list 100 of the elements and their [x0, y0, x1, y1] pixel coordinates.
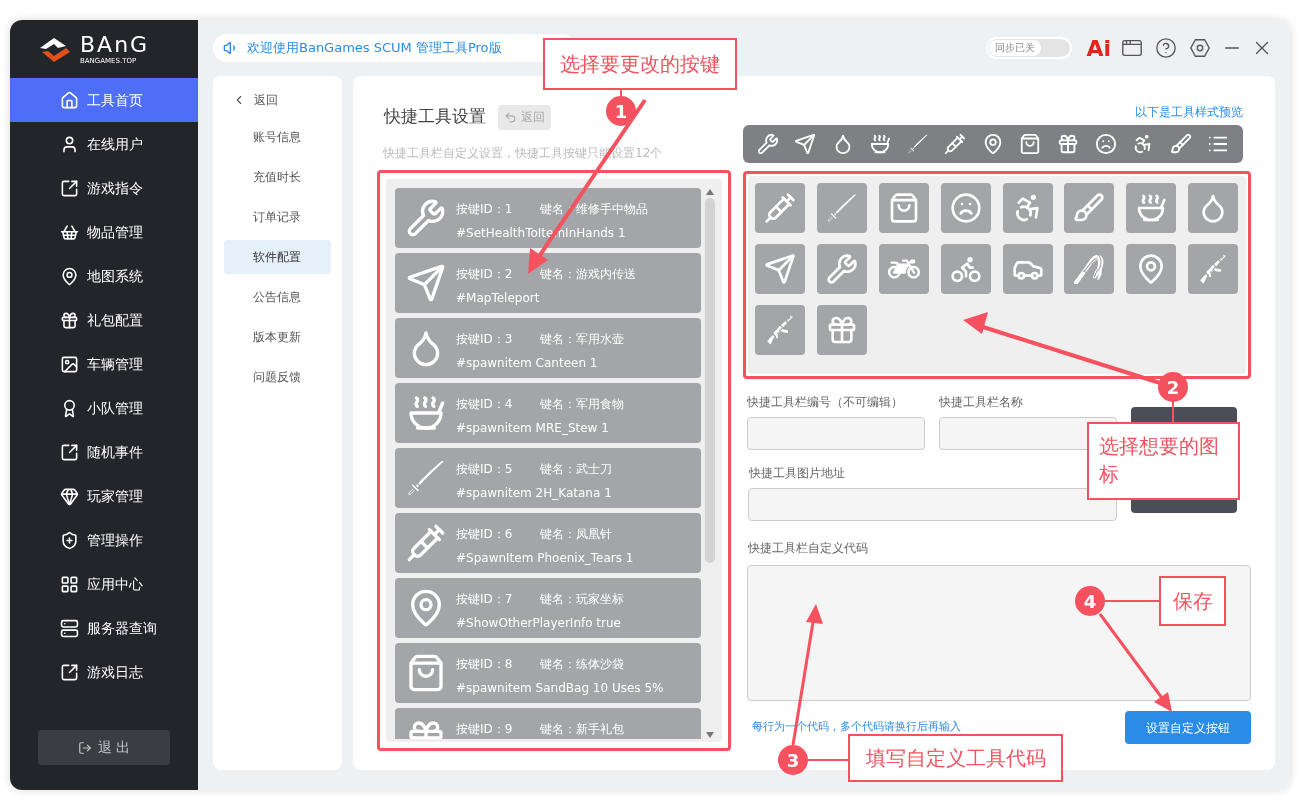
- back-link[interactable]: 返回: [224, 90, 331, 110]
- icon-tile[interactable]: [1064, 183, 1115, 233]
- image-icon: [60, 354, 79, 374]
- image-url-field[interactable]: [748, 488, 1117, 521]
- sidebar-item[interactable]: 地图系统: [10, 254, 198, 298]
- settings-icon[interactable]: [1189, 37, 1211, 59]
- scrollbar[interactable]: [704, 188, 716, 739]
- export-icon: [60, 178, 79, 198]
- key-code: #spawnitem 2H_Katana 1: [456, 485, 612, 502]
- icon-tile[interactable]: [816, 244, 867, 294]
- sidebar-item[interactable]: 在线用户: [10, 122, 198, 166]
- help-icon[interactable]: [1155, 37, 1177, 59]
- export-icon: [60, 442, 79, 462]
- key-code: #spawnitem MRE_Stew 1: [456, 420, 610, 437]
- leader-line: [807, 759, 849, 761]
- sidebar-item[interactable]: 应用中心: [10, 562, 198, 606]
- callout-tooltip: 选择想要的图标: [1087, 422, 1240, 500]
- field-label: 快捷工具栏编号（不可编辑）: [747, 394, 904, 411]
- icon-tile[interactable]: [878, 244, 929, 294]
- syringe-icon: [944, 133, 967, 155]
- leader-line: [1104, 600, 1160, 602]
- key-name: 键名：练体沙袋: [540, 656, 624, 673]
- sidebar-item[interactable]: 小队管理: [10, 386, 198, 430]
- icon-tile[interactable]: [1064, 244, 1115, 294]
- submenu-item[interactable]: 公告信息: [224, 280, 331, 314]
- key-name: 键名：新手礼包: [540, 721, 624, 738]
- sidebar-item[interactable]: 礼包配置: [10, 298, 198, 342]
- key-id: 按键ID：5: [456, 461, 514, 478]
- key-code: #MapTeleport: [456, 290, 541, 307]
- scroll-down-icon[interactable]: [705, 731, 715, 739]
- key-id: 按键ID：1: [456, 201, 514, 218]
- icon-tile[interactable]: [816, 305, 867, 355]
- icon-tile[interactable]: [816, 183, 867, 233]
- sync-toggle[interactable]: 同步已关: [986, 37, 1073, 59]
- shield-plus-icon: [60, 530, 79, 550]
- basket-icon: [60, 222, 79, 242]
- logout-icon: [77, 740, 92, 755]
- sidebar-item[interactable]: 随机事件: [10, 430, 198, 474]
- key-code: #SpawnItem Phoenix_Tears 1: [456, 550, 634, 567]
- broom-icon: [1169, 133, 1192, 155]
- icon-tile[interactable]: [1002, 183, 1053, 233]
- preview-link[interactable]: 以下是工具样式预览: [1135, 104, 1243, 120]
- wrench-icon: [405, 198, 446, 238]
- logo-text: BAnG: [80, 33, 150, 56]
- sidebar-item[interactable]: 管理操作: [10, 518, 198, 562]
- panel-title: 快捷工具设置: [384, 105, 486, 129]
- home-icon: [60, 90, 79, 110]
- sidebar-item[interactable]: 游戏指令: [10, 166, 198, 210]
- submenu-item[interactable]: 版本更新: [224, 320, 331, 354]
- key-id: 按键ID：7: [456, 591, 514, 608]
- sword-icon: [906, 133, 929, 155]
- bowl-icon: [869, 133, 892, 155]
- field-label: 快捷工具栏名称: [939, 394, 1024, 411]
- key-id: 按键ID：9: [456, 721, 514, 738]
- callout-tooltip: 保存: [1159, 576, 1226, 626]
- icon-tile[interactable]: [940, 183, 991, 233]
- icon-tile[interactable]: [755, 244, 805, 294]
- paper-plane-icon: [405, 263, 446, 303]
- map-pin-icon: [60, 266, 79, 286]
- icon-tile[interactable]: [755, 183, 805, 233]
- wrench-icon: [825, 253, 858, 285]
- icon-tile[interactable]: [1188, 244, 1239, 294]
- icon-tile[interactable]: [1002, 244, 1053, 294]
- leader-line: [1172, 400, 1174, 423]
- sidebar-item[interactable]: 物品管理: [10, 210, 198, 254]
- field-label: 快捷工具图片地址: [748, 465, 845, 482]
- key-code: #spawnitem Canteen 1: [456, 355, 599, 372]
- scroll-up-icon[interactable]: [705, 188, 715, 196]
- submenu-item[interactable]: 充值时长: [224, 160, 331, 194]
- icon-tile[interactable]: [1188, 183, 1239, 233]
- key-code: #spawnitem SandBag 10 Uses 5%: [456, 680, 664, 697]
- user-icon: [60, 134, 79, 154]
- submenu-item[interactable]: 账号信息: [224, 120, 331, 154]
- sidebar-item[interactable]: 服务器查询: [10, 606, 198, 650]
- key-id: 按键ID：4: [456, 396, 514, 413]
- submenu-item[interactable]: 订单记录: [224, 200, 331, 234]
- icon-tile[interactable]: [940, 244, 991, 294]
- gift-icon: [60, 310, 79, 330]
- sidebar-item[interactable]: 玩家管理: [10, 474, 198, 518]
- code-field[interactable]: [747, 565, 1251, 701]
- icon-tile[interactable]: [1126, 183, 1177, 233]
- logout-button[interactable]: 退 出: [38, 730, 170, 765]
- icon-tile[interactable]: [878, 183, 929, 233]
- sidebar-item[interactable]: 车辆管理: [10, 342, 198, 386]
- key-name: 键名：军用水壶: [540, 331, 624, 348]
- window-icon[interactable]: [1121, 37, 1143, 59]
- ai-logo[interactable]: Ai: [1086, 31, 1111, 65]
- submenu-item[interactable]: 软件配置: [224, 240, 331, 274]
- sidebar-item[interactable]: 工具首页: [10, 78, 198, 122]
- icon-tile[interactable]: [755, 305, 805, 355]
- submenu-item[interactable]: 问题反馈: [224, 360, 331, 394]
- icon-tile[interactable]: [1126, 244, 1177, 294]
- field-label: 快捷工具栏自定义代码: [747, 540, 869, 557]
- sidebar-item[interactable]: 游戏日志: [10, 650, 198, 694]
- syringe-icon: [405, 523, 446, 563]
- rifle-icon: [764, 314, 796, 346]
- submit-button[interactable]: 设置自定义按钮: [1125, 711, 1251, 744]
- broom-icon: [1073, 192, 1106, 224]
- key-name: 键名：军用食物: [540, 396, 624, 413]
- server-icon: [60, 618, 79, 638]
